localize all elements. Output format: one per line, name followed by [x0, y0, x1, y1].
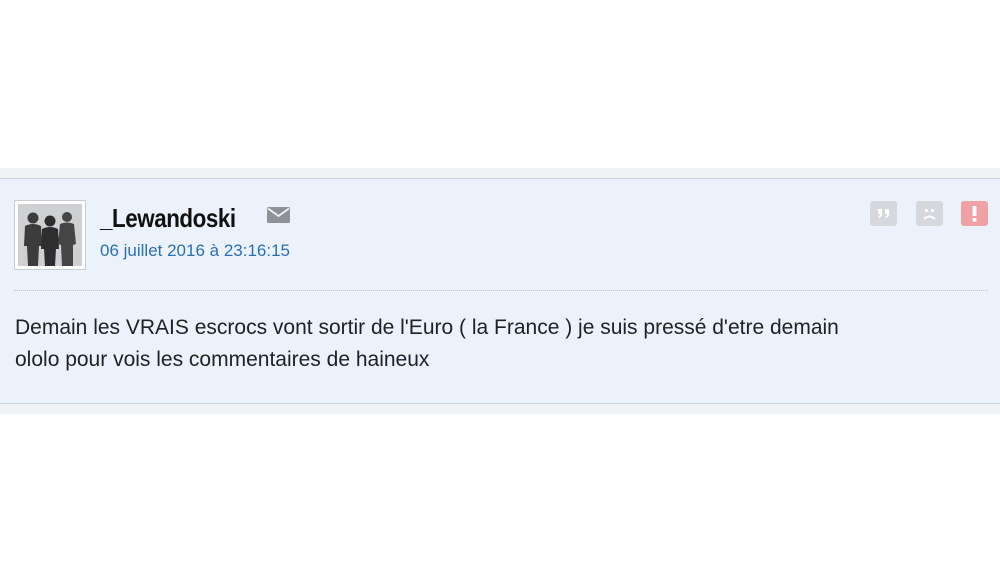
forum-post: _Lewandoski 06 juillet 2016 à 23:16:15 D… — [0, 178, 1000, 404]
avatar-silhouettes-icon — [18, 204, 82, 266]
post-container: _Lewandoski 06 juillet 2016 à 23:16:15 D… — [0, 168, 1000, 414]
post-author[interactable]: _Lewandoski — [100, 203, 236, 233]
avatar[interactable] — [14, 200, 86, 270]
message-line: ololo pour vois les commentaires de hain… — [15, 348, 430, 371]
post-message: Demain les VRAIS escrocs vont sortir de … — [15, 312, 990, 376]
quote-icon[interactable] — [870, 201, 897, 226]
post-separator — [14, 290, 988, 291]
mail-icon[interactable] — [267, 207, 290, 223]
message-line: Demain les VRAIS escrocs vont sortir de … — [15, 316, 839, 339]
alert-icon[interactable] — [961, 201, 988, 226]
sad-face-icon[interactable] — [916, 201, 943, 226]
post-date[interactable]: 06 juillet 2016 à 23:16:15 — [100, 241, 290, 261]
